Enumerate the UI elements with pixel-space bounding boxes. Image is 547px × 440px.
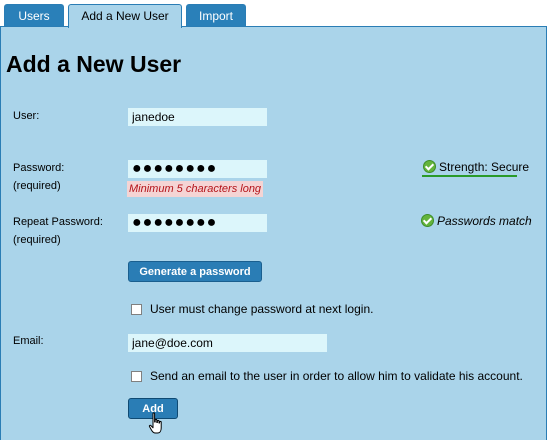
passwords-match-status: Passwords match bbox=[421, 213, 532, 229]
strength-bar bbox=[422, 175, 517, 177]
must-change-password-label: User must change password at next login. bbox=[150, 302, 374, 316]
email-input[interactable] bbox=[128, 334, 327, 352]
page-title: Add a New User bbox=[6, 51, 182, 77]
send-email-label: Send an email to the user in order to al… bbox=[150, 369, 523, 383]
generate-password-button[interactable]: Generate a password bbox=[128, 261, 262, 282]
password-input[interactable]: ●●●●●●●● bbox=[128, 160, 267, 178]
must-change-password-checkbox[interactable] bbox=[131, 304, 142, 315]
hand-cursor-icon bbox=[148, 412, 162, 434]
send-email-checkbox[interactable] bbox=[131, 371, 142, 382]
repeat-password-label: Repeat Password: bbox=[13, 216, 103, 228]
tab-import[interactable]: Import bbox=[186, 4, 246, 27]
password-required-label: (required) bbox=[13, 180, 61, 192]
tab-add-new-user[interactable]: Add a New User bbox=[68, 4, 182, 28]
email-label: Email: bbox=[13, 335, 44, 347]
user-label: User: bbox=[13, 110, 40, 122]
password-label: Password: bbox=[13, 162, 65, 174]
strength-text: Strength: Secure bbox=[439, 160, 530, 174]
check-icon bbox=[423, 160, 436, 173]
tab-users[interactable]: Users bbox=[4, 4, 64, 27]
password-hint: Minimum 5 characters long bbox=[127, 181, 264, 197]
user-input[interactable] bbox=[128, 108, 267, 126]
repeat-password-input[interactable]: ●●●●●●●● bbox=[128, 214, 267, 232]
repeat-password-required-label: (required) bbox=[13, 234, 61, 246]
tab-bar: Users Add a New User Import bbox=[0, 0, 547, 28]
strength-status: Strength: Secure bbox=[423, 159, 529, 175]
check-icon bbox=[421, 214, 434, 227]
passwords-match-text: Passwords match bbox=[437, 214, 532, 228]
